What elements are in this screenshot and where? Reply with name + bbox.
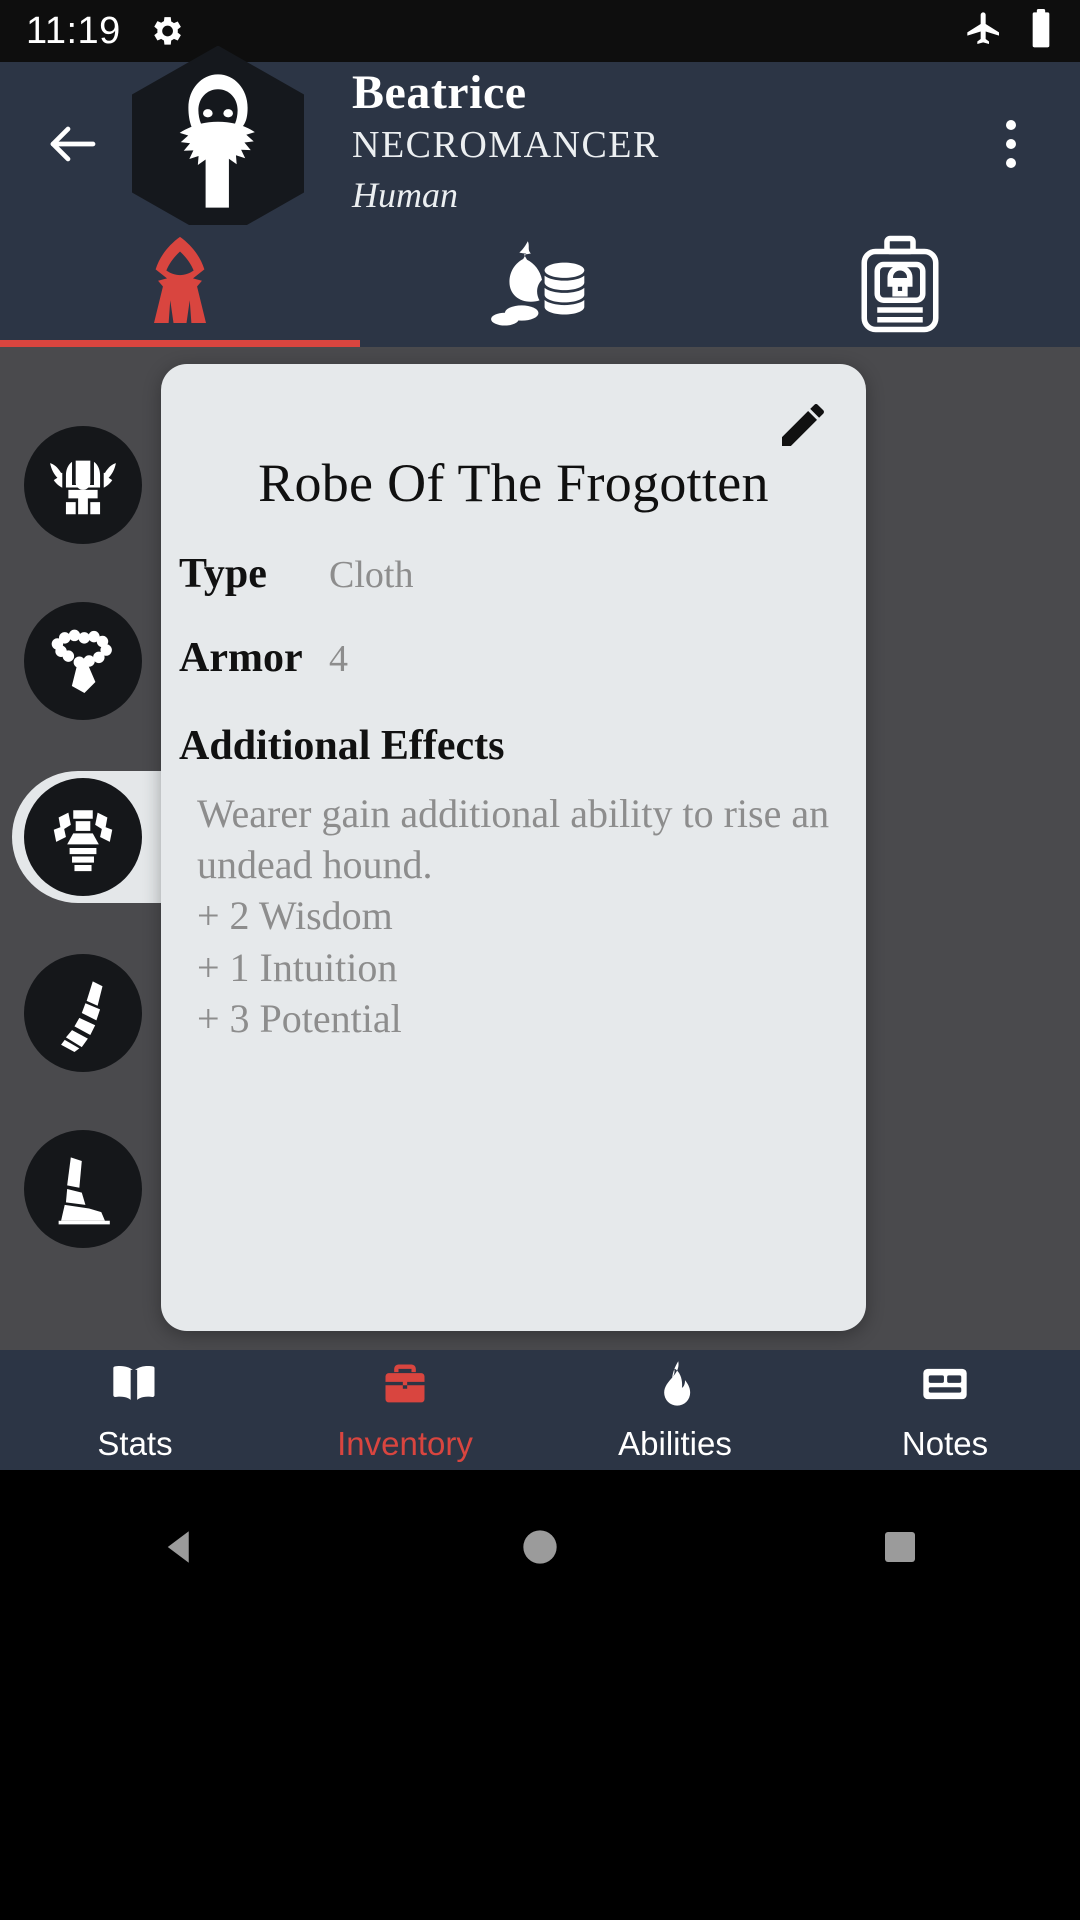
equipment-tabs [0, 225, 1080, 347]
money-bag-coins-icon [485, 232, 595, 341]
system-back-triangle-icon[interactable] [120, 1512, 240, 1582]
nav-item-stats[interactable]: Stats [0, 1350, 270, 1470]
nav-item-inventory[interactable]: Inventory [270, 1350, 540, 1470]
tab-backpack[interactable] [720, 225, 1080, 347]
flame-icon [649, 1358, 701, 1415]
effect-bonus-1: + 2 Wisdom [197, 893, 393, 939]
more-vertical-icon[interactable] [976, 99, 1046, 189]
nav-item-notes[interactable]: Notes [810, 1350, 1080, 1470]
item-title: Robe Of The Frogotten [258, 453, 769, 513]
character-name: Beatrice [352, 66, 527, 120]
boot-icon [24, 1130, 142, 1248]
system-home-circle-icon[interactable] [480, 1512, 600, 1582]
system-recents-square-icon[interactable] [840, 1512, 960, 1582]
effect-bonus-3: + 3 Potential [197, 995, 402, 1041]
additional-effects-body: Wearer gain additional ability to rise a… [161, 788, 866, 1044]
nav-label-abilities: Abilities [618, 1424, 732, 1462]
character-class: NECROMANCER [352, 123, 660, 166]
briefcase-icon [379, 1358, 431, 1415]
battery-icon [1028, 8, 1054, 54]
character-race: Human [352, 175, 458, 216]
nav-label-notes: Notes [901, 1424, 989, 1462]
app-screen: 11:19 Beatrice NECROMANCER Human Robe Of… [0, 0, 1080, 1920]
gauntlet-icon [24, 954, 142, 1072]
item-armor-value: 4 [329, 638, 348, 680]
nav-label-inventory: Inventory [337, 1424, 473, 1462]
tab-currency[interactable] [360, 225, 720, 347]
gear-icon [147, 12, 185, 50]
system-navigation-bar [0, 1470, 1080, 1920]
status-icons [964, 8, 1054, 54]
chest-armor-icon [24, 778, 142, 896]
item-armor-row: Armor 4 [161, 634, 866, 682]
effects-description: Wearer gain additional ability to rise a… [197, 791, 830, 888]
pencil-edit-icon[interactable] [772, 394, 834, 456]
necklace-amulet-icon [24, 602, 142, 720]
hooded-figure-avatar-icon [158, 67, 278, 220]
inventory-content: Robe Of The Frogotten Type Cloth Armor 4… [0, 347, 1080, 1350]
item-type-label: Type [179, 551, 267, 597]
robe-icon [128, 232, 232, 341]
backpack-icon [848, 232, 952, 341]
character-info: Beatrice NECROMANCER Human [352, 66, 660, 220]
horned-helmet-icon [24, 426, 142, 544]
avatar[interactable] [120, 45, 316, 242]
note-card-icon [919, 1358, 971, 1415]
back-arrow-icon[interactable] [34, 105, 112, 183]
effect-bonus-2: + 1 Intuition [197, 944, 398, 990]
nav-label-stats: Stats [97, 1424, 173, 1462]
app-header: Beatrice NECROMANCER Human [0, 45, 1080, 242]
book-icon [109, 1358, 161, 1415]
item-type-value: Cloth [329, 554, 414, 596]
status-clock: 11:19 [26, 9, 121, 52]
bottom-navigation: Stats Inventory Abilities Notes [0, 1350, 1080, 1470]
tab-equipment[interactable] [0, 225, 360, 347]
tab-active-underline [0, 340, 360, 347]
airplane-mode-icon [964, 9, 1004, 54]
item-type-row: Type Cloth [161, 550, 866, 598]
item-detail-card: Robe Of The Frogotten Type Cloth Armor 4… [161, 364, 866, 1331]
item-armor-label: Armor [179, 635, 303, 681]
additional-effects-heading: Additional Effects [179, 723, 505, 769]
nav-item-abilities[interactable]: Abilities [540, 1350, 810, 1470]
